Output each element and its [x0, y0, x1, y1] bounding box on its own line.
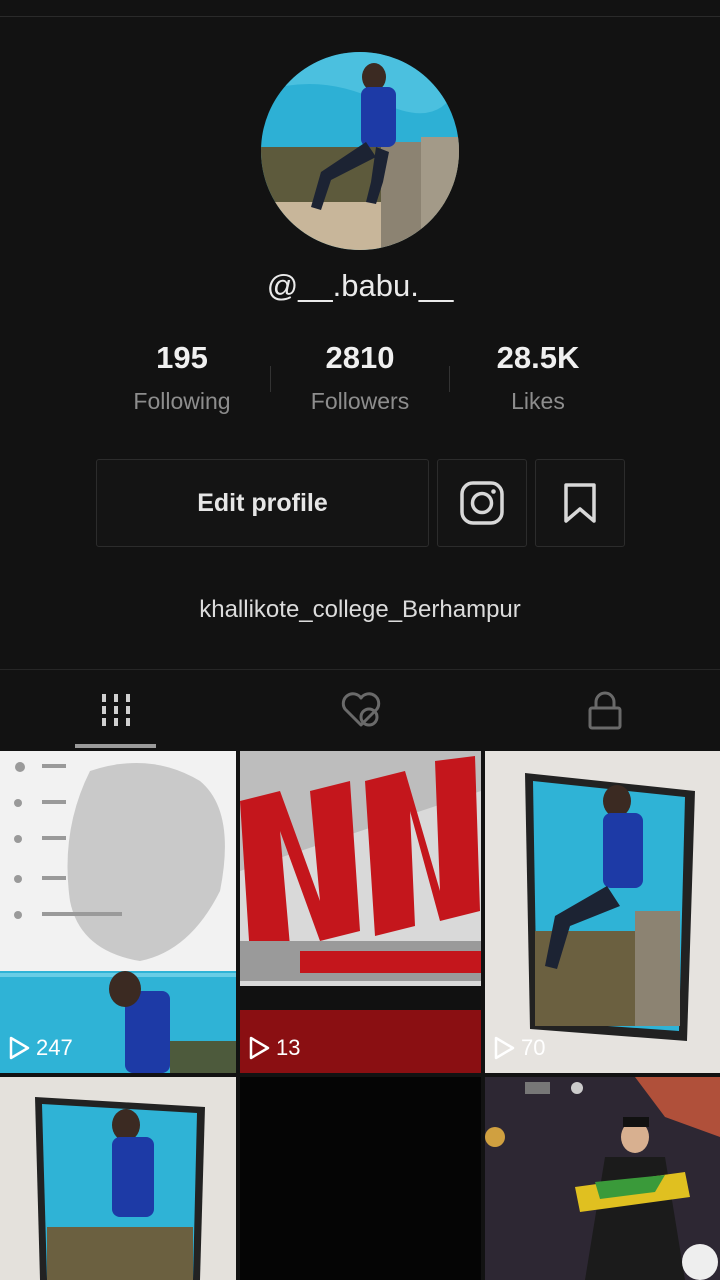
view-count: 247 [8, 1035, 73, 1061]
thumbnail-image [240, 751, 481, 1073]
stat-following[interactable]: 195 Following [92, 340, 272, 415]
view-count-text: 247 [36, 1035, 73, 1060]
thumbnail-image [485, 1077, 720, 1280]
video-thumbnail[interactable] [240, 1077, 481, 1280]
tabs-divider [0, 669, 720, 670]
likes-count: 28.5K [496, 340, 580, 375]
video-thumbnail[interactable]: 247 [0, 751, 236, 1073]
thumbnail-image [0, 751, 236, 1073]
stat-followers[interactable]: 2810 Followers [270, 340, 450, 415]
instagram-icon [460, 481, 504, 525]
instagram-button[interactable] [437, 459, 527, 547]
play-icon [494, 1036, 515, 1060]
avatar-photo [261, 52, 459, 250]
video-thumbnail[interactable]: 13 [240, 751, 481, 1073]
view-count: 13 [248, 1035, 300, 1061]
edit-profile-button[interactable]: Edit profile [96, 459, 429, 547]
thumbnail-image [0, 1077, 236, 1280]
profile-avatar[interactable] [261, 52, 459, 250]
video-grid: 247 13 70 [0, 751, 720, 1280]
username: @__.babu.__ [266, 268, 454, 303]
lock-icon [588, 691, 622, 730]
favorites-button[interactable] [535, 459, 625, 547]
top-divider [0, 16, 720, 17]
bio-text: khallikote_college_Berhampur [199, 596, 521, 623]
hidden-heart-icon [341, 692, 381, 727]
video-thumbnail[interactable]: 70 [485, 751, 720, 1073]
thumbnail-image [485, 751, 720, 1073]
following-label: Following [133, 388, 231, 414]
following-count: 195 [156, 340, 208, 375]
play-icon [9, 1036, 30, 1060]
grid-icon [102, 694, 130, 726]
tab-videos[interactable] [95, 688, 137, 732]
likes-label: Likes [511, 388, 565, 414]
view-count-text: 70 [521, 1035, 546, 1060]
active-tab-indicator [75, 744, 156, 748]
play-icon [249, 1036, 270, 1060]
tab-liked[interactable] [338, 688, 384, 732]
followers-label: Followers [310, 388, 410, 414]
video-thumbnail[interactable] [0, 1077, 236, 1280]
view-count: 70 [493, 1035, 545, 1061]
tab-private[interactable] [585, 688, 625, 732]
edit-profile-label: Edit profile [197, 488, 328, 517]
video-thumbnail[interactable] [485, 1077, 720, 1280]
followers-count: 2810 [325, 340, 395, 375]
thumbnail-image [240, 1077, 481, 1280]
bookmark-icon [564, 483, 596, 523]
stat-likes[interactable]: 28.5K Likes [448, 340, 628, 415]
view-count-text: 13 [276, 1035, 301, 1060]
